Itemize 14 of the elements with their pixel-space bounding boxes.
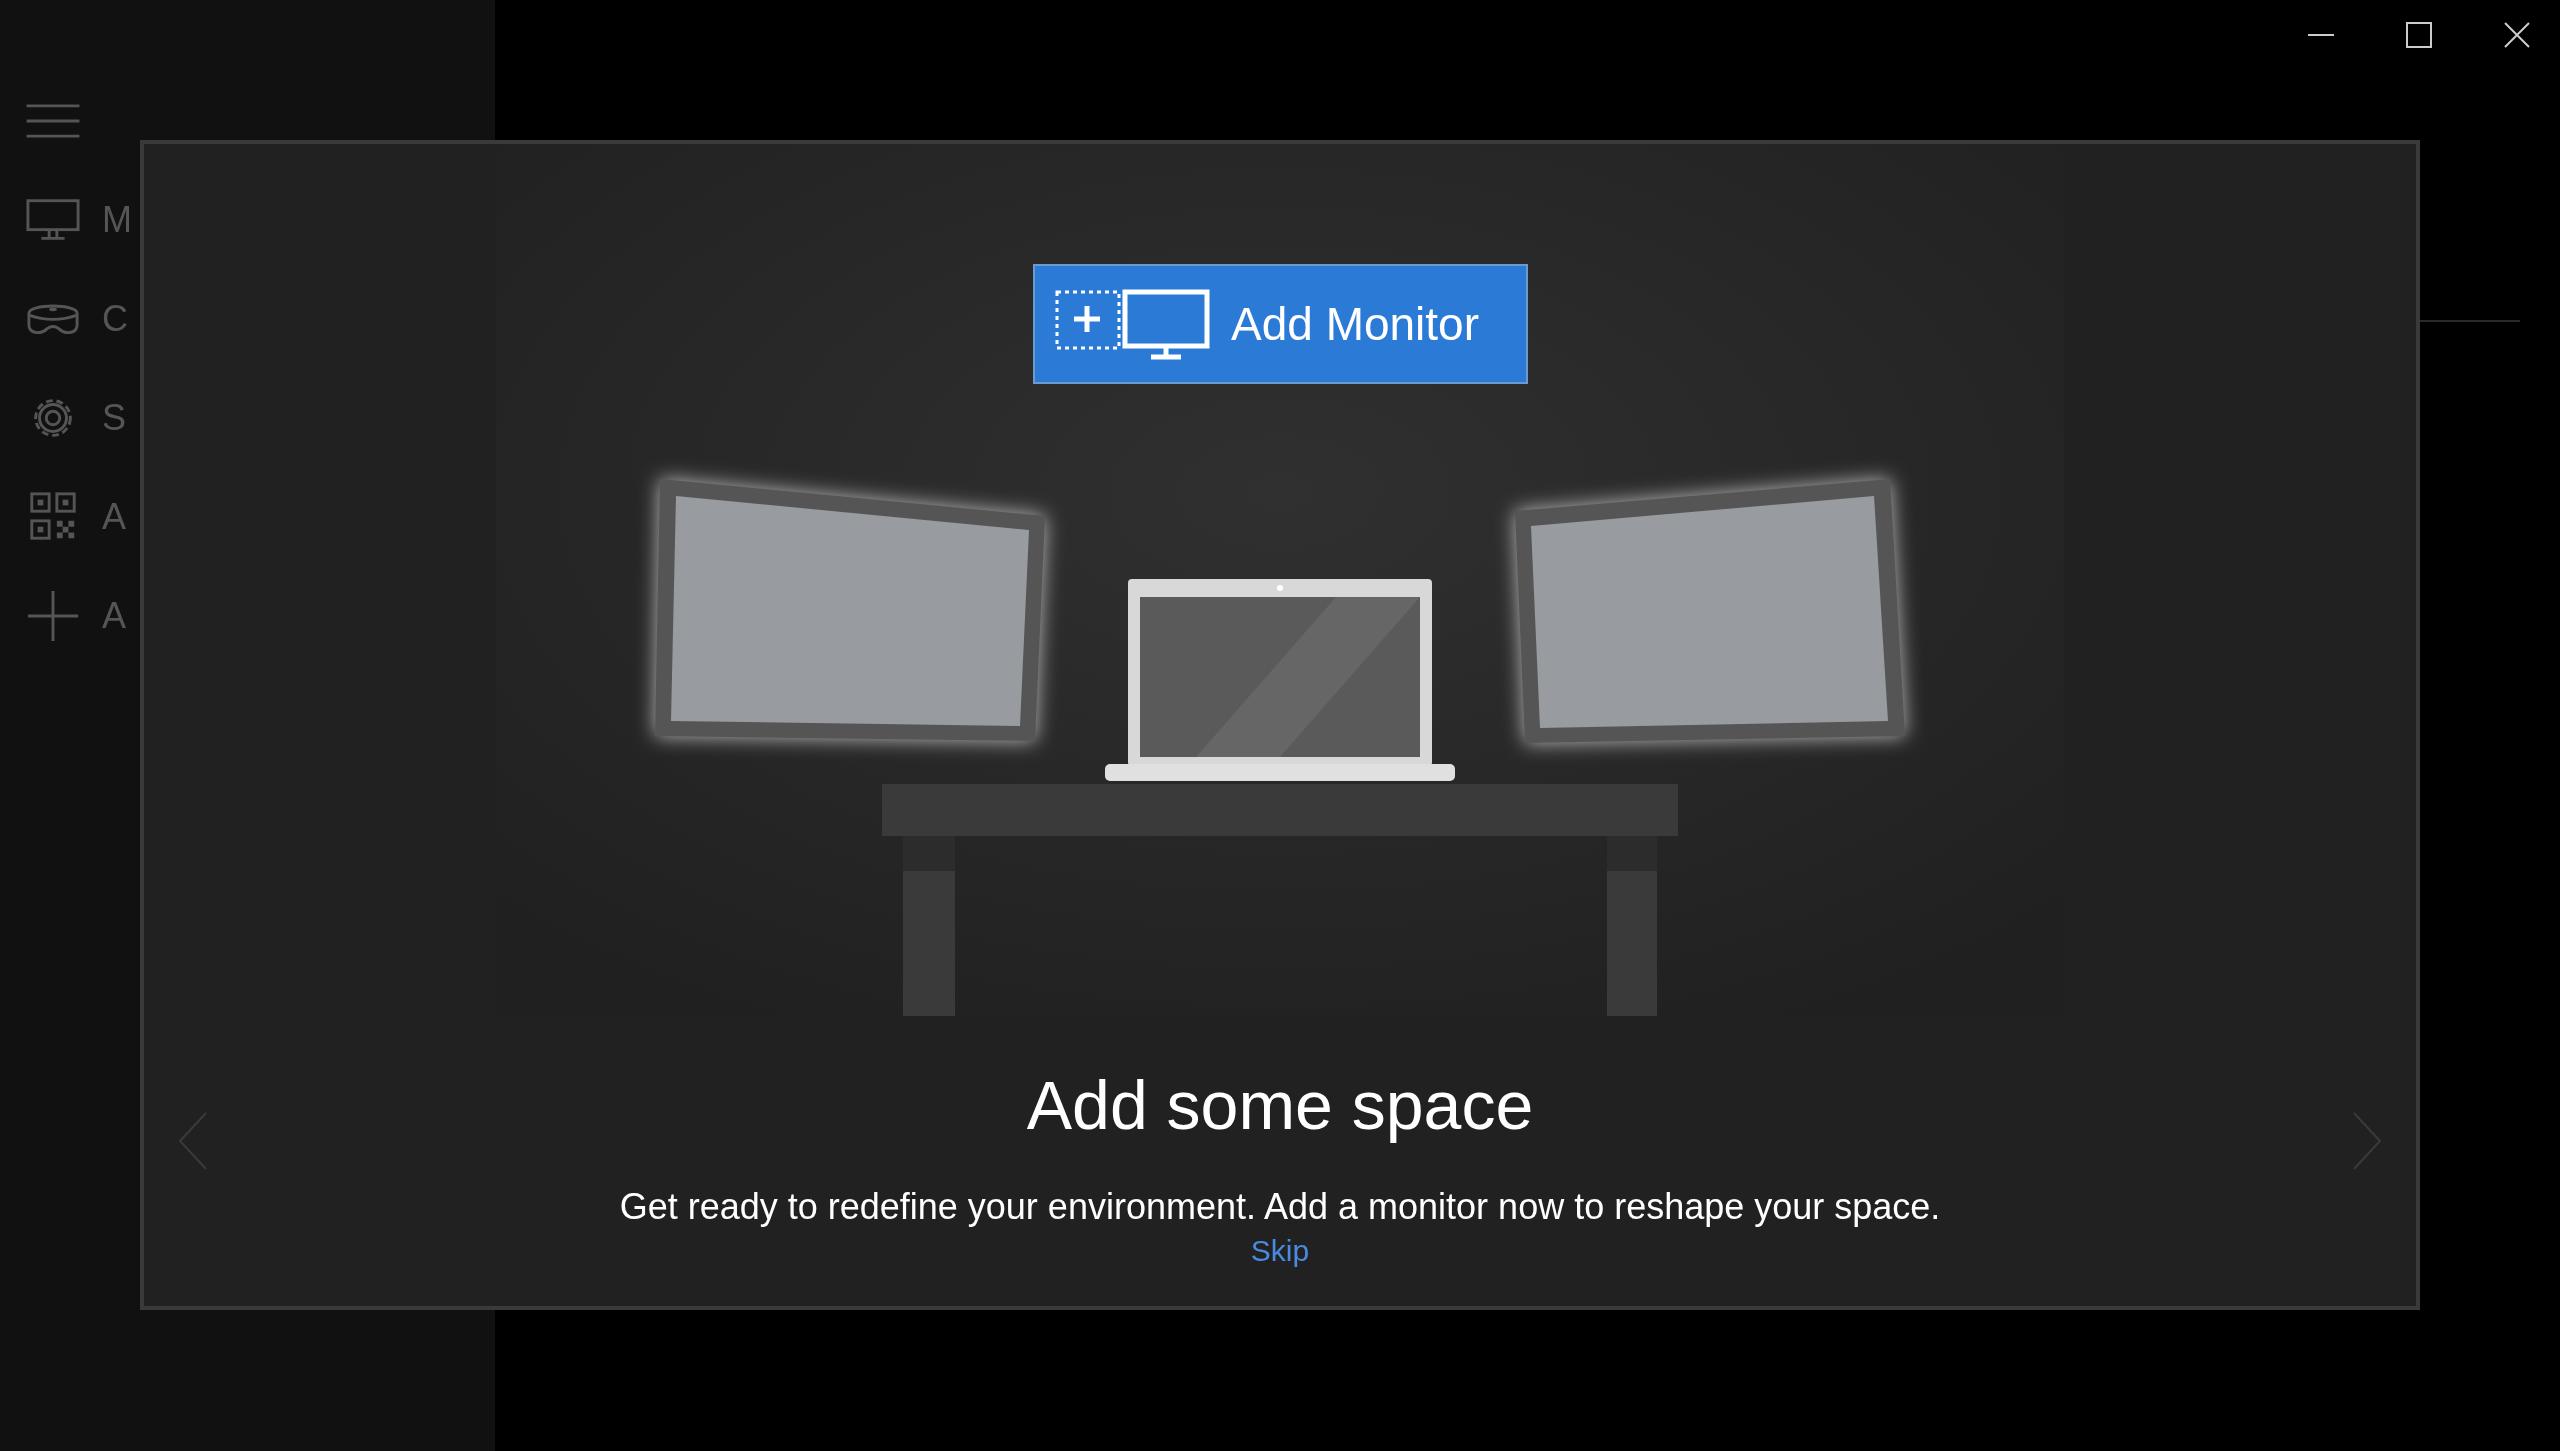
add-monitor-icon: [1053, 288, 1213, 360]
dialog-text: Get ready to redefine your environment. Add a monitor now to reshape your space.: [619, 1186, 1941, 1228]
sidebar-item[interactable]: M: [102, 198, 132, 241]
sidebar-item[interactable]: C: [102, 297, 128, 340]
plus-icon[interactable]: [26, 588, 80, 643]
menu-icon[interactable]: [26, 104, 80, 138]
skip-link[interactable]: Skip: [1250, 1234, 1310, 1268]
dialog-title: Add some space: [1026, 1066, 1534, 1144]
add-monitor-button[interactable]: Add Monitor: [1033, 264, 1528, 384]
sidebar-item[interactable]: A: [102, 594, 126, 637]
sidebar-item[interactable]: S: [102, 396, 126, 439]
maximize-icon[interactable]: [2406, 22, 2432, 48]
close-icon[interactable]: [2504, 22, 2530, 48]
sidebar-item[interactable]: A: [102, 495, 126, 538]
